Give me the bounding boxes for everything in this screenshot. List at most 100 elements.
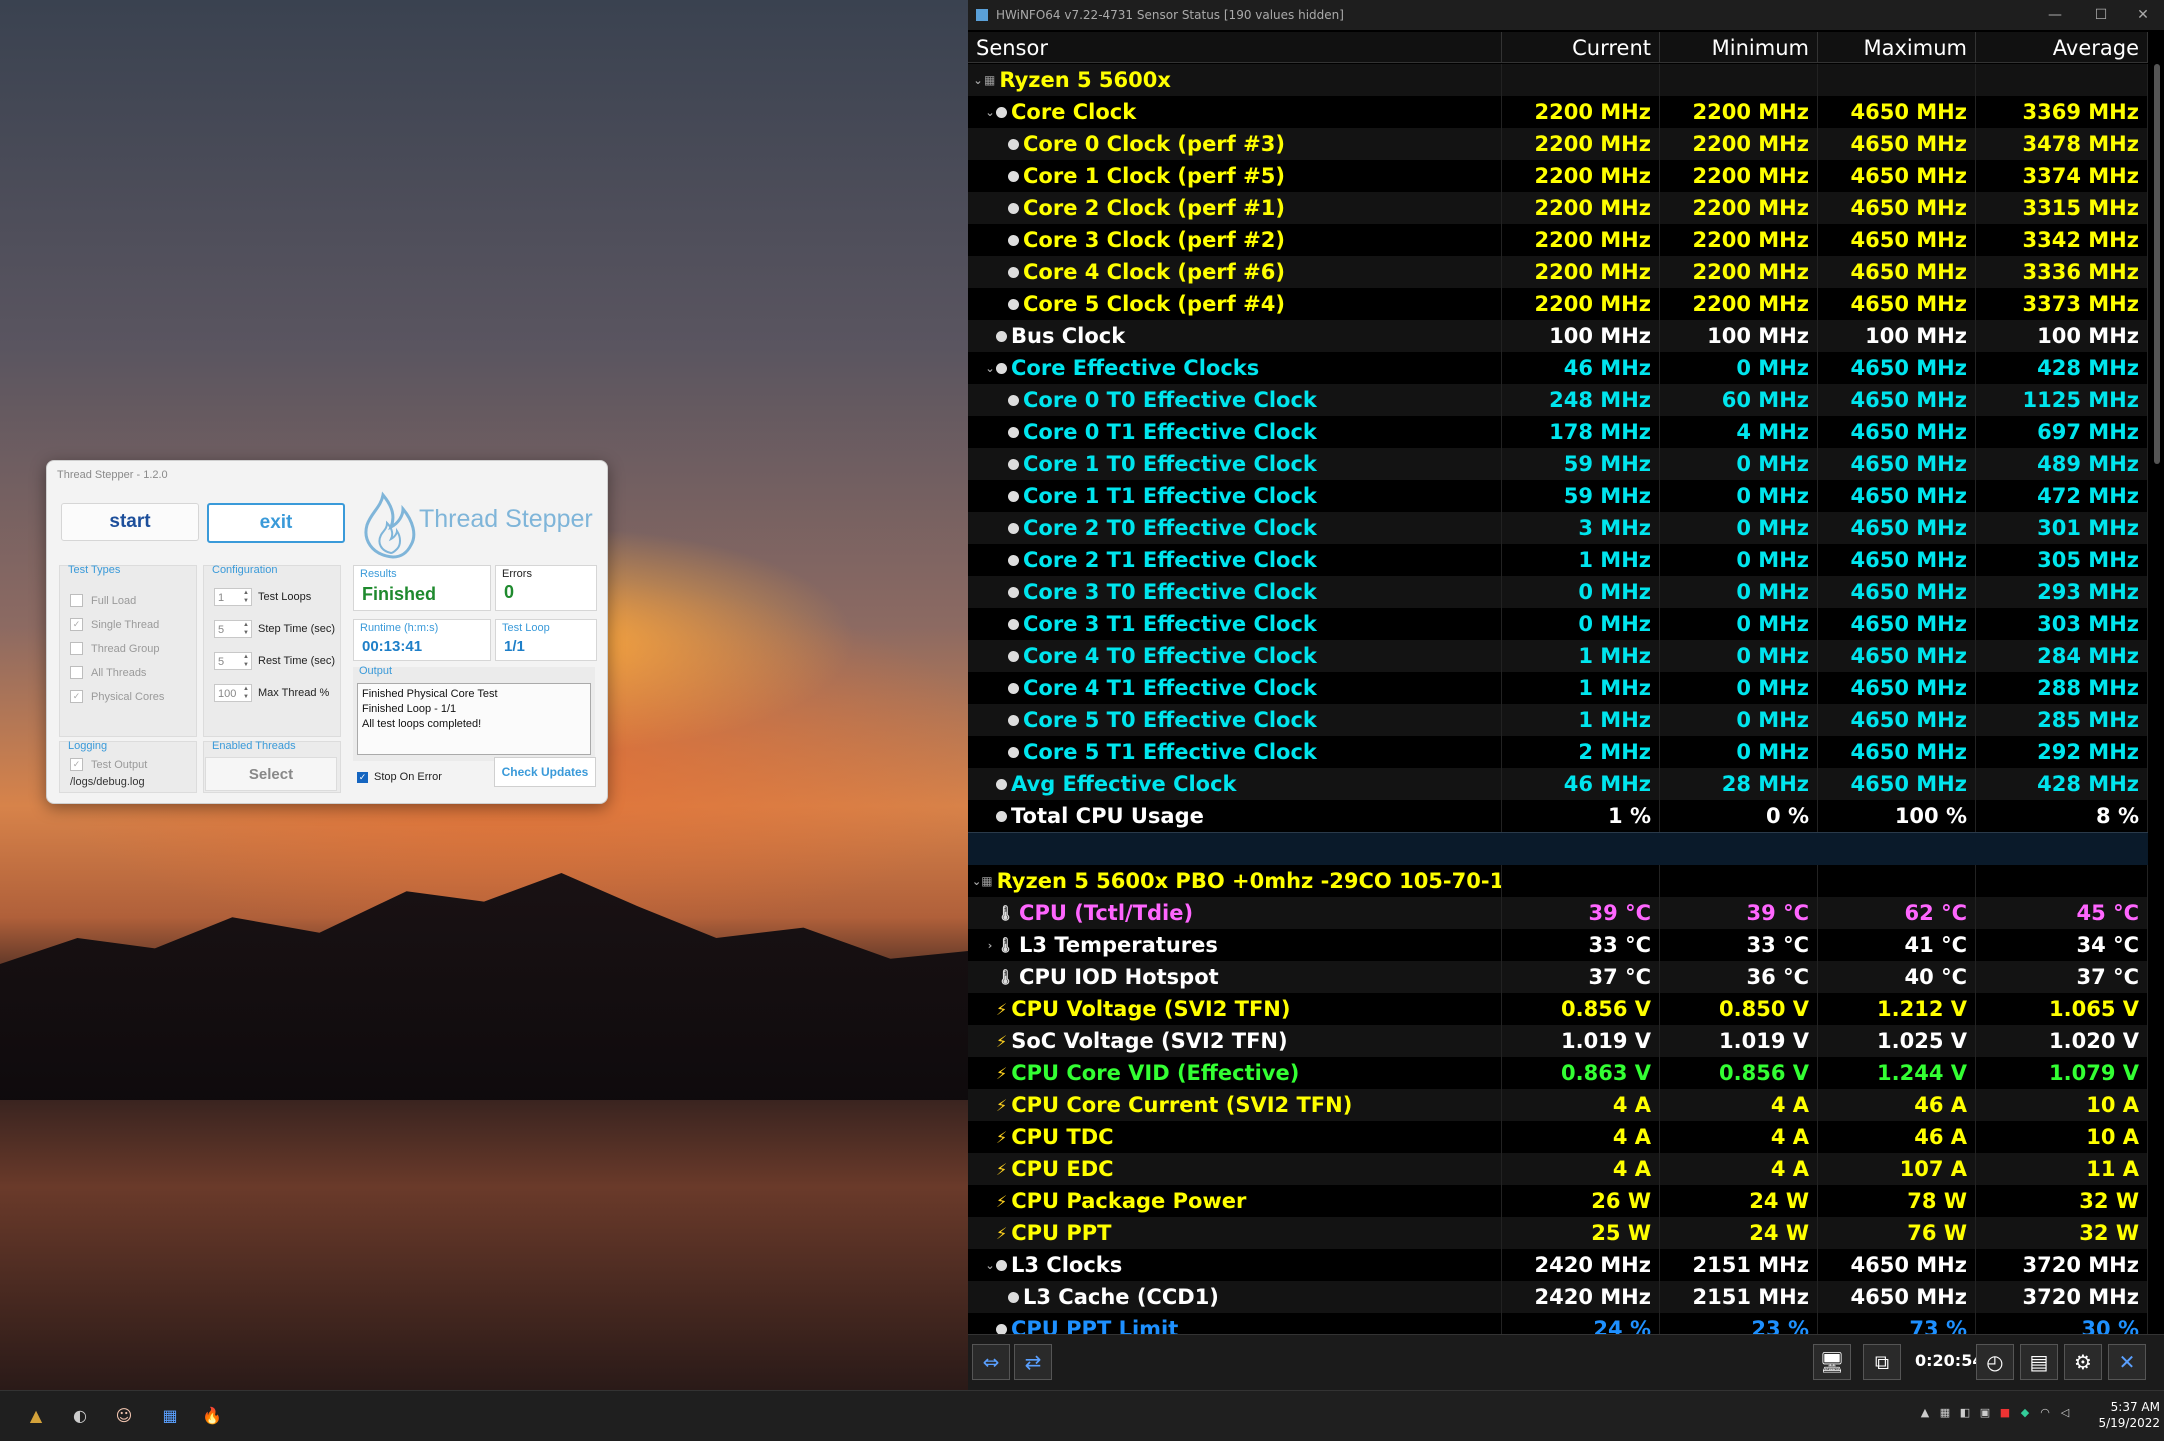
sensor-row[interactable]: Core 3 T0 Effective Clock 0 MHz 0 MHz 4650 … <box>968 576 2148 608</box>
minimize-icon[interactable]: — <box>2032 0 2078 30</box>
column-sensor[interactable]: Sensor <box>968 32 1502 62</box>
sensor-row[interactable]: Core 1 Clock (perf #5) 2200 MHz 2200 MHz 46… <box>968 160 2148 192</box>
sensor-row[interactable]: ⚡ CPU Core VID (Effective) 0.863 V 0.856 V1… <box>968 1057 2148 1089</box>
sensor-row[interactable]: ⚡ CPU Voltage (SVI2 TFN) 0.856 V 0.850 V 1.2… <box>968 993 2148 1025</box>
sensor-row[interactable]: Core 2 T0 Effective Clock 3 MHz 0 MHz 4650 … <box>968 512 2148 544</box>
sensor-row[interactable]: Total CPU Usage 1 % 0 % 100 % 8 % <box>968 800 2148 832</box>
wifi-icon[interactable]: ◠ <box>2038 1405 2052 1419</box>
vertical-scrollbar[interactable] <box>2154 64 2160 464</box>
sensor-row[interactable]: L3 Cache (CCD1) 2420 MHz 2151 MHz 4650 MHz 3… <box>968 1281 2148 1313</box>
tray-icon[interactable]: ▣ <box>1978 1405 1992 1419</box>
maximize-icon[interactable]: ☐ <box>2078 0 2124 30</box>
collapse-chevron-icon[interactable]: ⌄ <box>984 106 996 119</box>
clock-icon[interactable]: ◴ <box>1976 1344 2014 1380</box>
all-threads-checkbox[interactable]: All Threads <box>70 666 146 679</box>
sensor-row[interactable]: Core 1 T0 Effective Clock 59 MHz 0 MHz 4650… <box>968 448 2148 480</box>
collapse-chevron-icon[interactable]: ⌄ <box>984 1259 996 1272</box>
sensor-row[interactable]: ⚡ CPU TDC 4 A4 A 46 A 10 A <box>968 1121 2148 1153</box>
network-monitor-icon[interactable]: 🖥 <box>1813 1344 1851 1380</box>
sensor-row[interactable]: Core 1 T1 Effective Clock 59 MHz 0 MHz 4650… <box>968 480 2148 512</box>
sensor-row[interactable]: ⌄ Core Effective Clocks 46 MHz 0 MHz 4650 MH… <box>968 352 2148 384</box>
pinned-app-icon[interactable]: ◐ <box>66 1401 94 1429</box>
tray-icon[interactable]: ◧ <box>1958 1405 1972 1419</box>
sensor-row[interactable]: Core 4 T0 Effective Clock 1 MHz 0 MHz 4650 … <box>968 640 2148 672</box>
test-output-checkbox[interactable]: ✓ Test Output <box>70 758 147 771</box>
sensor-row[interactable]: ⌄ ▦ Ryzen 5 5600x <box>968 64 2148 96</box>
tray-icon[interactable]: ■ <box>1998 1405 2012 1419</box>
full-load-checkbox[interactable]: Full Load <box>70 594 136 607</box>
step-time-stepper[interactable]: 5 ▲ ▼ <box>214 620 252 638</box>
thread-group-checkbox[interactable]: Thread Group <box>70 642 159 655</box>
sensor-value-maximum: 78 W <box>1818 1185 1976 1217</box>
expand-chevron-icon[interactable]: › <box>984 939 996 952</box>
thread-stepper-taskbar-icon[interactable]: 🔥 <box>198 1401 226 1429</box>
pinned-app-icon[interactable]: ☺ <box>110 1401 138 1429</box>
sensor-row[interactable]: Core 5 T1 Effective Clock 2 MHz 0 MHz 4650 … <box>968 736 2148 768</box>
sensor-row[interactable]: ⚡ CPU EDC 4 A4 A 107 A 11 A <box>968 1153 2148 1185</box>
collapse-chevron-icon[interactable]: ⌄ <box>972 74 984 87</box>
rest-time-stepper[interactable]: 5 ▲ ▼ <box>214 652 252 670</box>
tray-icon[interactable]: ◆ <box>2018 1405 2032 1419</box>
sensor-row[interactable]: Core 4 T1 Effective Clock 1 MHz 0 MHz 4650 … <box>968 672 2148 704</box>
sensor-row[interactable]: ⌄ Core Clock 2200 MHz 2200 MHz 4650 MHz 3369 … <box>968 96 2148 128</box>
tray-icon[interactable]: ▦ <box>1938 1405 1952 1419</box>
sensor-row[interactable]: ⌄ L3 Clocks 2420 MHz 2151 MHz 4650 MHz 3720 M… <box>968 1249 2148 1281</box>
select-threads-button[interactable]: Select <box>205 757 337 791</box>
column-average[interactable]: Average <box>1976 32 2148 62</box>
column-current[interactable]: Current <box>1502 32 1660 62</box>
sensor-row[interactable]: Core 2 Clock (perf #1) 2200 MHz 2200 MHz 46… <box>968 192 2148 224</box>
report-icon[interactable]: ▤ <box>2020 1344 2058 1380</box>
tray-icon[interactable]: ▲ <box>1918 1405 1932 1419</box>
collapse-arrows-icon[interactable]: ⇄ <box>1014 1344 1052 1380</box>
expand-arrows-icon[interactable]: ⇔ <box>972 1344 1010 1380</box>
single-thread-checkbox[interactable]: ✓ Single Thread <box>70 618 159 631</box>
sensor-row[interactable]: Core 3 Clock (perf #2) 2200 MHz 2200 MHz 46… <box>968 224 2148 256</box>
sensor-row[interactable]: ⚡ CPU PPT 25 W 24 W 76 W 32 W <box>968 1217 2148 1249</box>
close-sensors-icon[interactable]: ✕ <box>2108 1344 2146 1380</box>
sensor-row[interactable]: Core 0 Clock (perf #3) 2200 MHz 2200 MHz 46… <box>968 128 2148 160</box>
collapse-chevron-icon[interactable]: ⌄ <box>984 362 996 375</box>
sensor-row[interactable]: 🌡 CPU IOD Hotspot 37 °C 36 °C 40 °C 37 °C <box>968 961 2148 993</box>
sensor-row[interactable]: Core 4 Clock (perf #6) 2200 MHz 2200 MHz 46… <box>968 256 2148 288</box>
sensor-value-average: 30 % <box>1976 1313 2148 1334</box>
sensor-row[interactable]: ⚡ SoC Voltage (SVI2 TFN) 1.019 V 1.019 V 1.0… <box>968 1025 2148 1057</box>
sensor-row[interactable]: Core 5 Clock (perf #4) 2200 MHz 2200 MHz 46… <box>968 288 2148 320</box>
max-thread-stepper[interactable]: 100 ▲ ▼ <box>214 684 252 702</box>
start-button[interactable]: start <box>61 503 199 541</box>
test-loops-stepper[interactable]: 1 ▲ ▼ <box>214 588 252 606</box>
sensor-row[interactable]: › 🌡 L3 Temperatures 33 °C 33 °C 41 °C 34 °C <box>968 929 2148 961</box>
sensor-value-maximum: 4650 MHz <box>1818 192 1976 224</box>
sensor-row[interactable]: Avg Effective Clock 46 MHz 28 MHz 4650 MHz 4… <box>968 768 2148 800</box>
sensor-row[interactable]: Core 0 T0 Effective Clock 248 MHz 60 MHz 46… <box>968 384 2148 416</box>
sensor-row[interactable]: ⚡ CPU Core Current (SVI2 TFN) 4 A4 A 46 A 10… <box>968 1089 2148 1121</box>
exit-button[interactable]: exit <box>207 503 345 543</box>
lightning-icon: ⚡ <box>996 1223 1008 1243</box>
sensor-row[interactable]: Core 2 T1 Effective Clock 1 MHz 0 MHz 4650 … <box>968 544 2148 576</box>
physical-cores-checkbox[interactable]: ✓ Physical Cores <box>70 690 164 703</box>
sensor-row[interactable]: Core 0 T1 Effective Clock 178 MHz 4 MHz 465… <box>968 416 2148 448</box>
column-maximum[interactable]: Maximum <box>1818 32 1976 62</box>
sensor-row[interactable]: ⚡ CPU Package Power 26 W 24 W 78 W 32 W <box>968 1185 2148 1217</box>
stepper-arrows-icon[interactable]: ▲ ▼ <box>241 589 251 605</box>
taskbar-clock[interactable]: 5:37 AM 5/19/2022 <box>2090 1399 2160 1431</box>
pinned-app-icon[interactable]: ▲ <box>22 1401 50 1429</box>
hwinfo-taskbar-icon[interactable]: ▦ <box>156 1401 184 1429</box>
collapse-chevron-icon[interactable]: ⌄ <box>972 875 981 888</box>
sensor-row[interactable]: 🌡 CPU (Tctl/Tdie) 39 °C 39 °C 62 °C 45 °C <box>968 897 2148 929</box>
sensor-row[interactable]: Bus Clock 100 MHz 100 MHz 100 MHz 100 MHz <box>968 320 2148 352</box>
sensor-row[interactable]: CPU PPT Limit 24 % 23 % 73 % 30 % <box>968 1313 2148 1334</box>
sensor-row[interactable]: ⌄ ▦ Ryzen 5 5600x PBO +0mhz -29CO 105-70-1… <box>968 865 2148 897</box>
sensor-value-current: 3 MHz <box>1502 512 1660 544</box>
stepper-arrows-icon[interactable]: ▲ ▼ <box>241 685 251 701</box>
volume-icon[interactable]: ◁ <box>2058 1405 2072 1419</box>
compare-windows-icon[interactable]: ⧉ <box>1863 1344 1901 1380</box>
check-updates-button[interactable]: Check Updates <box>494 757 596 787</box>
close-icon[interactable]: ✕ <box>2120 0 2164 30</box>
gear-icon[interactable]: ⚙ <box>2064 1344 2102 1380</box>
sensor-row[interactable]: Core 3 T1 Effective Clock 0 MHz 0 MHz 4650 … <box>968 608 2148 640</box>
stop-on-error-checkbox[interactable]: ✓ Stop On Error <box>357 771 442 783</box>
stepper-arrows-icon[interactable]: ▲ ▼ <box>241 653 251 669</box>
sensor-row[interactable]: Core 5 T0 Effective Clock 1 MHz 0 MHz 4650 … <box>968 704 2148 736</box>
column-minimum[interactable]: Minimum <box>1660 32 1818 62</box>
stepper-arrows-icon[interactable]: ▲ ▼ <box>241 621 251 637</box>
